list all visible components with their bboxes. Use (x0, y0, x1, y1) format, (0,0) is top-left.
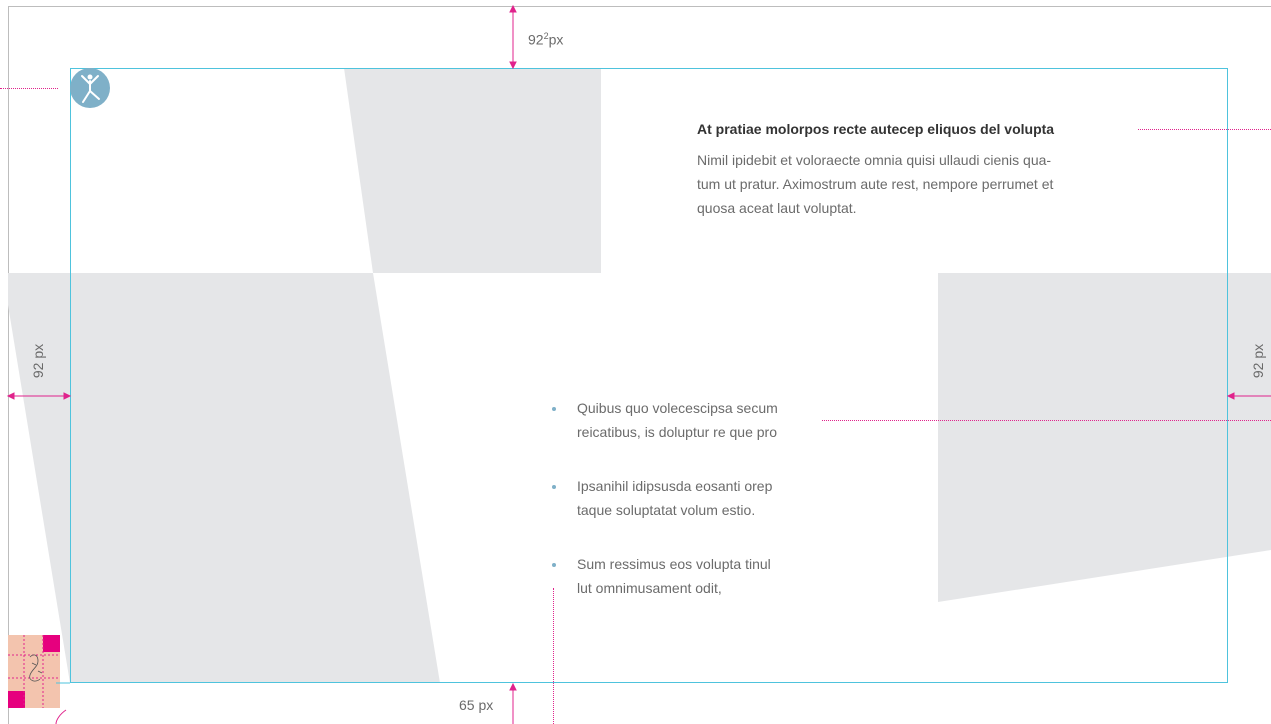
corner-curve (55, 682, 70, 724)
